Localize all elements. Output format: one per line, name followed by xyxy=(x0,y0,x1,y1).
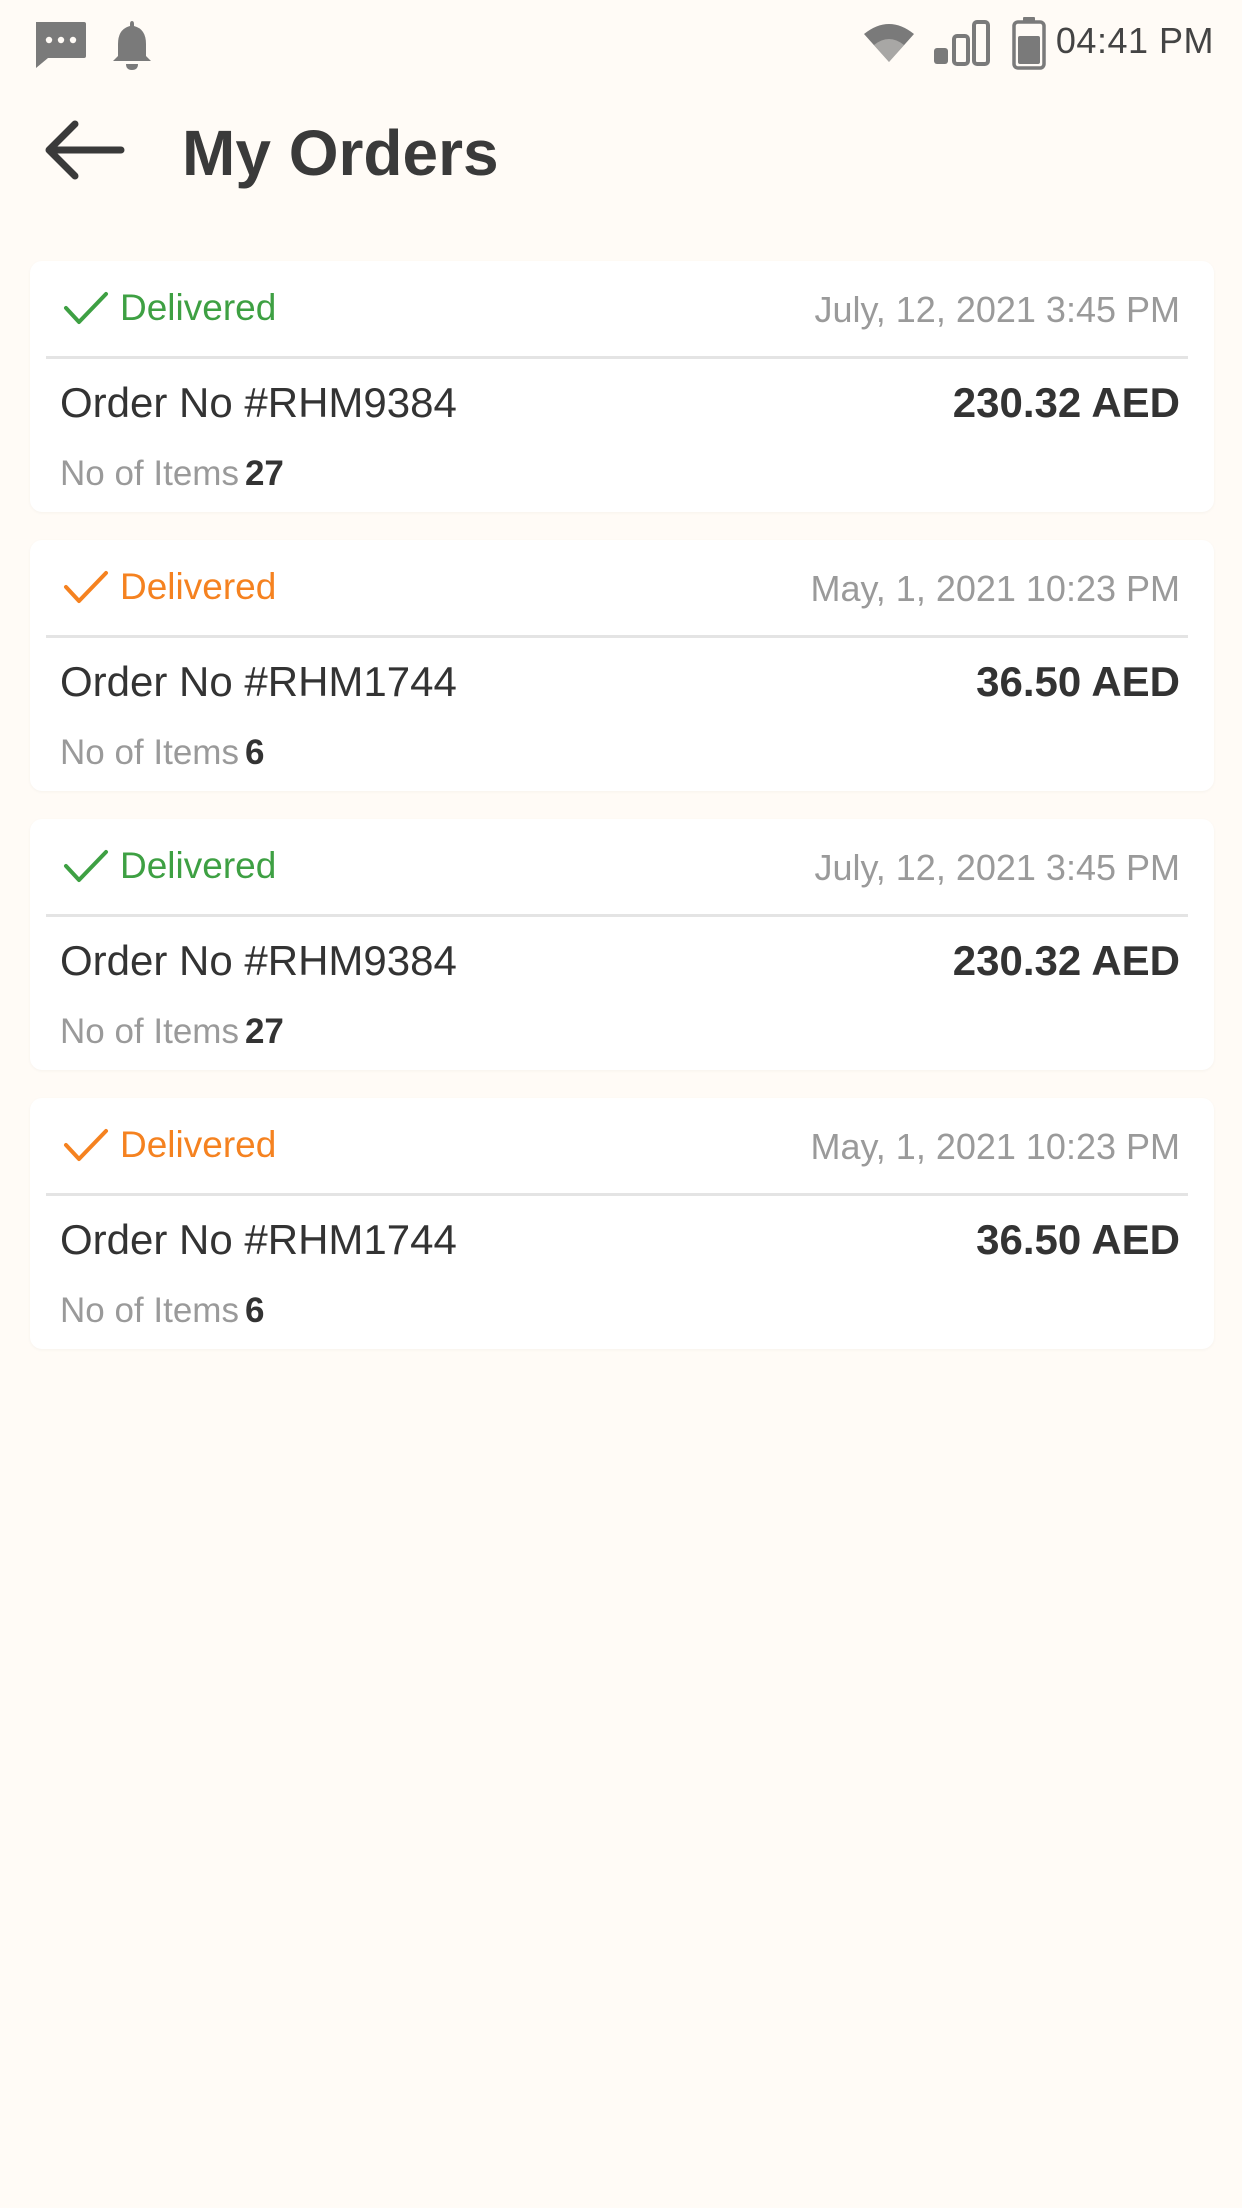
wifi-icon xyxy=(862,22,916,69)
items-count: 6 xyxy=(244,1291,265,1330)
order-status-label: Delivered xyxy=(120,845,277,886)
order-status-label: Delivered xyxy=(120,287,277,328)
divider xyxy=(46,1193,1188,1196)
order-items: No of Items 27 xyxy=(60,454,284,494)
status-bar: 04:41 PM xyxy=(0,0,1242,86)
order-card[interactable]: Delivered July, 12, 2021 3:45 PM Order N… xyxy=(30,819,1214,1070)
orders-list: Delivered July, 12, 2021 3:45 PM Order N… xyxy=(30,261,1214,1377)
back-button[interactable] xyxy=(38,112,128,192)
order-number: Order No #RHM9384 xyxy=(60,937,457,984)
check-icon xyxy=(62,567,110,607)
order-amount: 36.50 AED xyxy=(976,658,1180,705)
arrow-left-icon xyxy=(41,118,125,187)
items-count: 27 xyxy=(244,1012,284,1051)
battery-icon xyxy=(1012,16,1046,75)
items-label: No of Items xyxy=(60,733,239,772)
items-label: No of Items xyxy=(60,454,239,493)
order-card[interactable]: Delivered May, 1, 2021 10:23 PM Order No… xyxy=(30,1098,1214,1349)
order-card-header: Delivered July, 12, 2021 3:45 PM xyxy=(30,261,1214,357)
order-amount: 36.50 AED xyxy=(976,1216,1180,1263)
order-status: Delivered xyxy=(62,845,276,887)
order-date: July, 12, 2021 3:45 PM xyxy=(814,847,1180,888)
status-time: 04:41 PM xyxy=(1055,20,1214,61)
items-label: No of Items xyxy=(60,1012,239,1051)
order-items: No of Items 6 xyxy=(60,1291,264,1331)
divider xyxy=(46,914,1188,917)
items-count: 6 xyxy=(244,733,265,772)
order-amount: 230.32 AED xyxy=(952,379,1180,426)
divider xyxy=(46,635,1188,638)
order-card-header: Delivered May, 1, 2021 10:23 PM xyxy=(30,1098,1214,1194)
order-date: July, 12, 2021 3:45 PM xyxy=(814,289,1180,330)
app-bar: My Orders xyxy=(0,86,1242,216)
bell-icon xyxy=(110,18,154,75)
order-status: Delivered xyxy=(62,566,276,608)
order-number: Order No #RHM9384 xyxy=(60,379,457,426)
order-amount: 230.32 AED xyxy=(952,937,1180,984)
order-card-header: Delivered May, 1, 2021 10:23 PM xyxy=(30,540,1214,636)
order-status: Delivered xyxy=(62,1124,276,1166)
divider xyxy=(46,356,1188,359)
order-status-label: Delivered xyxy=(120,1124,277,1165)
check-icon xyxy=(62,846,110,886)
order-date: May, 1, 2021 10:23 PM xyxy=(810,1126,1180,1167)
message-icon xyxy=(32,20,88,75)
order-number: Order No #RHM1744 xyxy=(60,1216,457,1263)
signal-icon xyxy=(932,20,992,71)
check-icon xyxy=(62,1125,110,1165)
page-title: My Orders xyxy=(182,117,499,189)
order-status: Delivered xyxy=(62,287,276,329)
order-status-label: Delivered xyxy=(120,566,277,607)
order-card[interactable]: Delivered May, 1, 2021 10:23 PM Order No… xyxy=(30,540,1214,791)
order-card-header: Delivered July, 12, 2021 3:45 PM xyxy=(30,819,1214,915)
order-number: Order No #RHM1744 xyxy=(60,658,457,705)
order-card[interactable]: Delivered July, 12, 2021 3:45 PM Order N… xyxy=(30,261,1214,512)
items-label: No of Items xyxy=(60,1291,239,1330)
order-items: No of Items 27 xyxy=(60,1012,284,1052)
items-count: 27 xyxy=(244,454,284,493)
check-icon xyxy=(62,288,110,328)
order-items: No of Items 6 xyxy=(60,733,264,773)
order-date: May, 1, 2021 10:23 PM xyxy=(810,568,1180,609)
